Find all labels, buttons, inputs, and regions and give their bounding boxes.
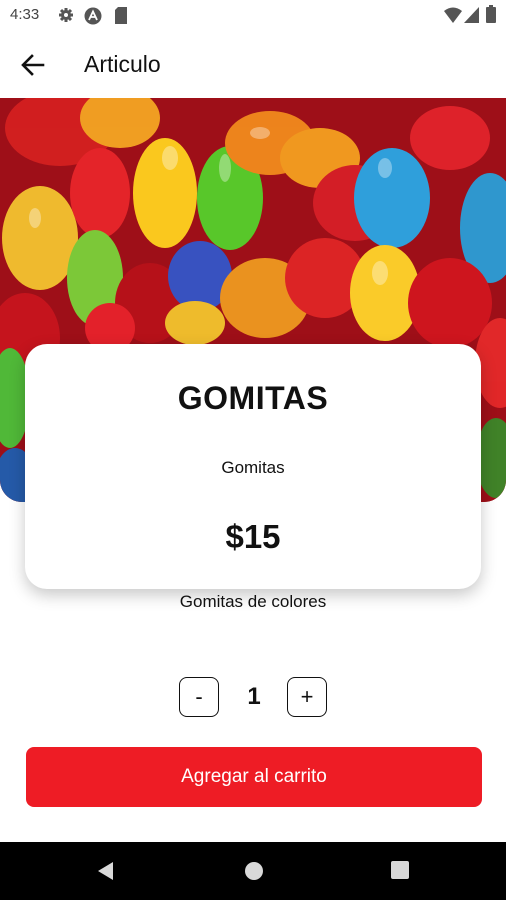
product-subtitle: Gomitas bbox=[221, 458, 285, 477]
a-icon bbox=[84, 7, 102, 25]
product-card: GOMITAS Gomitas $15 bbox=[25, 344, 481, 589]
status-bar: 4:33 bbox=[0, 0, 506, 30]
nav-recents-icon[interactable] bbox=[391, 861, 409, 879]
battery-icon bbox=[486, 5, 496, 23]
navigation-bar bbox=[0, 842, 506, 900]
arrow-back-icon[interactable] bbox=[16, 48, 50, 82]
page-title: Articulo bbox=[84, 51, 161, 77]
status-time: 4:33 bbox=[10, 6, 40, 23]
quantity-value: 1 bbox=[247, 683, 261, 710]
increase-quantity-button[interactable]: + bbox=[287, 677, 327, 717]
sd-card-icon bbox=[115, 7, 127, 24]
product-name: GOMITAS bbox=[177, 380, 329, 416]
product-description: Gomitas de colores bbox=[179, 592, 327, 611]
wifi-icon bbox=[444, 7, 462, 23]
signal-icon bbox=[464, 7, 479, 23]
product-price: $15 bbox=[225, 518, 281, 555]
app-bar: Articulo bbox=[0, 30, 506, 100]
settings-icon bbox=[59, 8, 73, 22]
nav-back-icon[interactable] bbox=[96, 861, 116, 881]
add-to-cart-button[interactable]: Agregar al carrito bbox=[26, 747, 482, 807]
decrease-quantity-button[interactable]: - bbox=[179, 677, 219, 717]
nav-home-icon[interactable] bbox=[244, 861, 264, 881]
